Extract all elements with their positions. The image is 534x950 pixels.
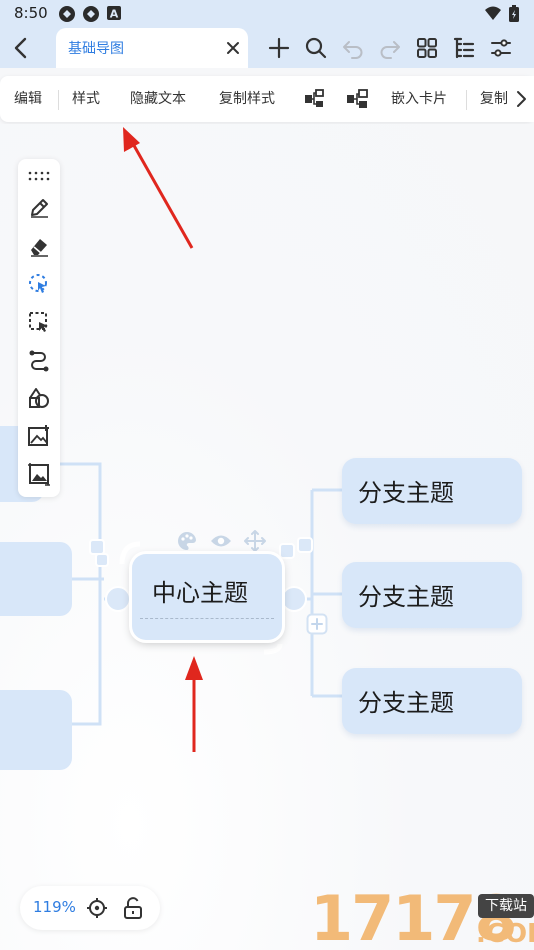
chevron-right-icon xyxy=(517,91,526,107)
palette-shape[interactable] xyxy=(26,385,52,411)
zoom-level[interactable]: 119% xyxy=(33,898,76,916)
palette-drag-handle[interactable] xyxy=(26,163,52,189)
left-branch-node[interactable] xyxy=(0,690,72,770)
format-toolbar: 编辑 样式 隐藏文本 复制样式 嵌入卡片 复制 xyxy=(0,76,534,122)
a-notification-icon: A xyxy=(107,6,121,21)
top-actions xyxy=(260,32,519,64)
top-bar: 基础导图 xyxy=(0,28,534,68)
toolbar-style[interactable]: 样式 xyxy=(72,76,100,122)
branch-topic-label: 分支主题 xyxy=(358,689,454,717)
unlock-icon[interactable] xyxy=(122,896,144,920)
shape-icon xyxy=(29,388,49,408)
watermark-badge: 下载站 xyxy=(478,894,534,918)
undo-icon xyxy=(342,41,362,59)
center-topic-label: 中心主题 xyxy=(152,579,248,607)
palette-select[interactable] xyxy=(26,309,52,335)
toolbar-hide-text[interactable]: 隐藏文本 xyxy=(130,76,186,122)
toolbar-divider xyxy=(466,90,467,110)
toolbar-edit[interactable]: 编辑 xyxy=(14,76,42,122)
add-icon xyxy=(268,37,289,59)
eraser-icon xyxy=(31,239,48,257)
back-icon xyxy=(14,37,27,59)
palette-pen[interactable] xyxy=(26,195,52,221)
branch-topic-label: 分支主题 xyxy=(358,583,454,611)
svg-text:A: A xyxy=(110,8,119,21)
palette-eraser[interactable] xyxy=(26,233,52,259)
branch-topic-node[interactable]: 分支主题 xyxy=(342,668,522,734)
center-topic-note-divider xyxy=(140,618,274,619)
toolbar-embed-card[interactable]: 嵌入卡片 xyxy=(391,76,447,122)
watermark-com: .COM xyxy=(476,919,534,949)
close-icon[interactable] xyxy=(224,39,242,57)
undo-button[interactable] xyxy=(334,32,371,64)
drag-handle-icon xyxy=(28,171,50,181)
node-quick-tools xyxy=(172,530,272,552)
zoom-control: 119% xyxy=(20,886,160,930)
palette-connector[interactable] xyxy=(26,347,52,373)
redo-icon xyxy=(380,41,400,59)
mindmap-canvas[interactable]: 分支主题 分支主题 分支主题 中心主题 119% xyxy=(0,124,534,950)
palette-insert-image[interactable] xyxy=(26,423,52,449)
grid-button[interactable] xyxy=(408,32,445,64)
site-watermark: 17178 下载站 .COM xyxy=(310,888,534,950)
grid-icon xyxy=(416,38,437,58)
select-icon xyxy=(29,312,48,332)
palette-lasso[interactable] xyxy=(26,271,52,297)
toolbar-copy-style[interactable]: 复制样式 xyxy=(219,76,275,122)
lasso-icon xyxy=(29,274,47,293)
settings-icon xyxy=(490,39,511,57)
palette-image[interactable] xyxy=(26,461,52,487)
sibling-node-icon[interactable] xyxy=(346,89,368,109)
move-icon[interactable] xyxy=(244,530,266,552)
toolbar-more-button[interactable] xyxy=(508,76,534,122)
app-notification-icon xyxy=(59,6,75,22)
battery-icon xyxy=(509,5,519,22)
insert-image-icon xyxy=(28,425,49,446)
eye-icon[interactable] xyxy=(210,532,232,550)
child-node-icon[interactable] xyxy=(304,89,326,109)
settings-button[interactable] xyxy=(482,32,519,64)
back-button[interactable] xyxy=(8,32,36,64)
pen-icon xyxy=(31,199,48,218)
branch-topic-node[interactable]: 分支主题 xyxy=(342,458,522,524)
status-notification-icons: A xyxy=(58,5,122,23)
locate-icon[interactable] xyxy=(86,897,108,919)
search-icon xyxy=(305,37,326,59)
status-bar: 8:50 A xyxy=(0,0,534,28)
search-button[interactable] xyxy=(297,32,334,64)
app-notification-icon xyxy=(83,6,99,22)
add-node-icon[interactable] xyxy=(306,613,328,635)
outline-button[interactable] xyxy=(445,32,482,64)
image-icon xyxy=(28,463,50,486)
document-tab[interactable]: 基础导图 xyxy=(56,28,248,68)
branch-topic-node[interactable]: 分支主题 xyxy=(342,562,522,628)
left-branch-node[interactable] xyxy=(0,542,72,616)
connector-icon xyxy=(29,350,49,372)
toolbar-copy[interactable]: 复制 xyxy=(480,76,508,122)
tool-palette xyxy=(18,159,60,497)
status-time: 8:50 xyxy=(14,4,48,22)
center-topic-node[interactable]: 中心主题 xyxy=(132,554,282,640)
status-system-icons xyxy=(484,5,520,23)
wifi-icon xyxy=(485,6,501,20)
tab-title: 基础导图 xyxy=(68,41,124,57)
toolbar-divider xyxy=(58,90,59,110)
outline-icon xyxy=(453,37,474,59)
add-button[interactable] xyxy=(260,32,297,64)
redo-button[interactable] xyxy=(371,32,408,64)
palette-color-icon[interactable] xyxy=(176,530,198,552)
branch-topic-label: 分支主题 xyxy=(358,479,454,507)
